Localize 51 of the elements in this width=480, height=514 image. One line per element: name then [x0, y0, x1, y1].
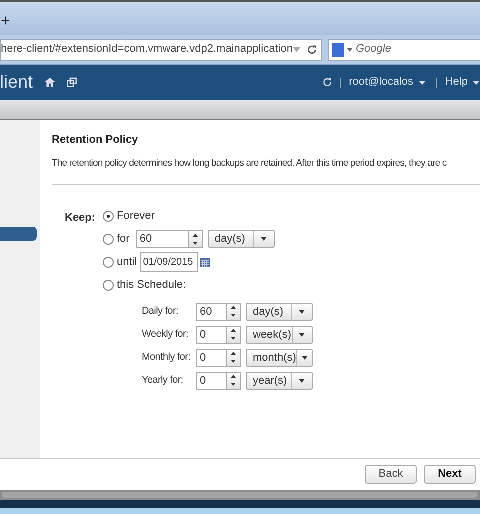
unit-dropdown[interactable]: day(s) [246, 302, 313, 321]
radio-option[interactable]: Forever [103, 208, 155, 224]
spin-buttons[interactable] [227, 326, 241, 344]
search-field[interactable]: Google [328, 38, 480, 60]
radio-option[interactable]: for [103, 231, 130, 248]
caret-icon [418, 80, 426, 84]
radio-option[interactable]: until [103, 254, 138, 270]
home-icon[interactable] [44, 77, 56, 88]
caret-icon [299, 332, 306, 337]
refresh-icon[interactable] [322, 76, 334, 89]
keep-label: Keep: [65, 210, 97, 224]
user-menu[interactable]: root@localos [349, 74, 426, 91]
next-button[interactable]: Next [424, 465, 476, 484]
app-title: lient [0, 71, 34, 94]
caret-icon [472, 80, 480, 84]
caret-icon [260, 237, 267, 242]
number-field[interactable]: 60 [196, 302, 227, 321]
number-field[interactable]: 0 [196, 348, 227, 367]
radio-option[interactable]: this Schedule: [103, 277, 186, 294]
spin-buttons[interactable] [227, 348, 241, 367]
back-button[interactable]: Back [365, 465, 417, 484]
dropdown-arrow-icon[interactable] [347, 48, 353, 52]
scrollbar[interactable] [2, 492, 478, 498]
section-description: The retention policy determines how long backups are retained. After this time period expires, they are c [52, 156, 447, 170]
section-title: Retention Policy [52, 133, 140, 148]
search-input[interactable]: Google [356, 41, 480, 58]
unit-dropdown[interactable]: month(s) [246, 348, 313, 367]
schedule-label: Weekly for: [142, 328, 190, 342]
calendar-icon[interactable] [200, 258, 210, 267]
spin-buttons[interactable] [227, 302, 241, 321]
search-engine-icon[interactable] [332, 42, 344, 56]
number-field[interactable]: 60 [136, 230, 189, 248]
windows-icon[interactable] [67, 77, 78, 88]
help-menu[interactable]: Help [445, 74, 480, 91]
spin-buttons[interactable] [188, 230, 203, 248]
caret-icon [299, 310, 305, 314]
number-field[interactable]: 0 [196, 372, 227, 390]
unit-dropdown[interactable]: week(s) [246, 326, 313, 344]
reload-icon[interactable] [306, 44, 317, 56]
caret-icon [299, 378, 305, 383]
address-field[interactable]: here-client/#extensionId=com.vmware.vdp2.mainapplication [0, 38, 322, 60]
number-field[interactable]: 0 [196, 326, 227, 344]
unit-dropdown[interactable]: day(s) [208, 230, 275, 248]
schedule-label: Daily for: [142, 305, 180, 320]
caret-icon [302, 356, 308, 360]
new-tab-button[interactable]: + [1, 14, 10, 30]
schedule-label: Monthly for: [142, 351, 192, 366]
schedule-label: Yearly for: [142, 374, 184, 388]
unit-dropdown[interactable]: year(s) [246, 372, 313, 390]
spin-buttons[interactable] [227, 372, 241, 390]
date-field[interactable]: 01/09/2015 [140, 252, 198, 272]
